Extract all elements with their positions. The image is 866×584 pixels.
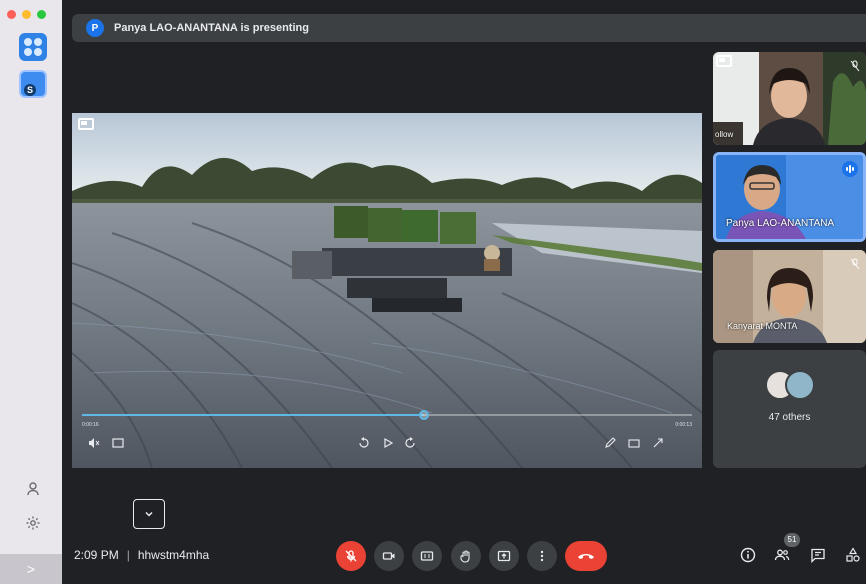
meet-window: S > P Panya LAO-ANANTANA is presenting 0… — [0, 0, 866, 584]
meeting-info-separator: | — [126, 548, 130, 562]
raise-hand-button[interactable] — [451, 541, 481, 571]
closed-captions-icon — [420, 551, 434, 561]
show-everyone-button[interactable] — [772, 545, 792, 565]
raise-hand-icon — [460, 550, 470, 563]
pin-participant-1-icon[interactable] — [716, 55, 732, 67]
activities-shapes-icon — [846, 547, 860, 562]
video-remaining: 0:00:13 — [675, 422, 692, 428]
meeting-details-button[interactable] — [738, 545, 758, 565]
zoom-window-button[interactable] — [37, 10, 46, 19]
more-vertical-icon — [540, 550, 544, 562]
participant-1-name: ollow — [715, 130, 734, 139]
microphone-toggle-button[interactable] — [336, 541, 366, 571]
collapse-self-view-button[interactable] — [133, 499, 165, 529]
close-window-button[interactable] — [7, 10, 16, 19]
expand-rail-button[interactable]: > — [0, 554, 62, 584]
shared-screen[interactable]: 0:00:16 0:00:13 — [72, 113, 702, 468]
others-avatar-stack — [765, 368, 819, 402]
video-camera-icon — [382, 552, 395, 560]
present-now-button[interactable] — [489, 541, 519, 571]
video-rewind-icon[interactable] — [358, 437, 370, 449]
participant-tile-2[interactable]: Panya LAO-ANANTANA — [713, 152, 866, 242]
app-rail: S > — [0, 0, 62, 584]
camera-toggle-button[interactable] — [374, 541, 404, 571]
windows-app-icon[interactable] — [19, 33, 47, 61]
video-elapsed: 0:00:16 — [82, 422, 99, 428]
people-icon — [774, 549, 790, 561]
presenting-banner: P Panya LAO-ANANTANA is presenting — [72, 14, 866, 42]
meeting-code[interactable]: hhwstm4mha — [138, 548, 209, 562]
presenting-text: Panya LAO-ANANTANA is presenting — [114, 22, 309, 34]
chat-icon — [811, 548, 825, 563]
chevron-down-icon — [145, 511, 153, 517]
person-icon[interactable] — [25, 481, 41, 497]
minimize-window-button[interactable] — [22, 10, 31, 19]
mic-off-icon — [850, 60, 860, 72]
chat-button[interactable] — [808, 545, 828, 565]
video-progress-fill[interactable] — [82, 414, 424, 416]
participant-3-name: Kanyarat MONTA — [727, 321, 798, 331]
video-captions-icon[interactable] — [112, 437, 124, 449]
window-controls — [7, 10, 46, 19]
others-count-label: 47 others — [768, 412, 811, 423]
participant-1-video — [713, 52, 866, 145]
video-play-icon[interactable] — [382, 437, 394, 449]
captions-button[interactable] — [412, 541, 442, 571]
present-screen-icon — [497, 550, 511, 562]
video-progress-knob[interactable] — [418, 410, 429, 420]
leave-call-button[interactable] — [565, 541, 607, 571]
meeting-time: 2:09 PM — [74, 548, 119, 562]
others-tile[interactable]: 47 others — [713, 350, 866, 468]
speaking-indicator-icon — [842, 161, 858, 177]
video-progress-track[interactable] — [423, 414, 692, 416]
activities-button[interactable] — [843, 545, 863, 565]
more-options-button[interactable] — [527, 541, 557, 571]
presenter-avatar: P — [86, 19, 104, 37]
video-settings-icon[interactable] — [628, 437, 640, 449]
video-fullscreen-icon[interactable] — [652, 437, 664, 449]
skype-app-icon[interactable]: S — [19, 70, 47, 98]
mic-off-icon — [345, 550, 357, 562]
avatar — [785, 370, 815, 400]
participant-count-badge: 51 — [784, 533, 800, 547]
hang-up-icon — [578, 554, 594, 559]
participant-tile-3[interactable]: Kanyarat MONTA — [713, 250, 866, 343]
video-volume-icon[interactable] — [88, 437, 100, 449]
participant-2-name: Panya LAO-ANANTANA — [726, 218, 835, 229]
mic-off-icon — [850, 258, 860, 270]
info-icon — [740, 547, 756, 563]
gear-icon[interactable] — [25, 515, 41, 531]
meeting-info: 2:09 PM | hhwstm4mha — [74, 548, 209, 562]
video-forward-icon[interactable] — [404, 437, 416, 449]
pin-presentation-icon[interactable] — [78, 118, 94, 130]
participant-tile-1[interactable]: ollow — [713, 52, 866, 145]
video-edit-icon[interactable] — [604, 437, 616, 449]
